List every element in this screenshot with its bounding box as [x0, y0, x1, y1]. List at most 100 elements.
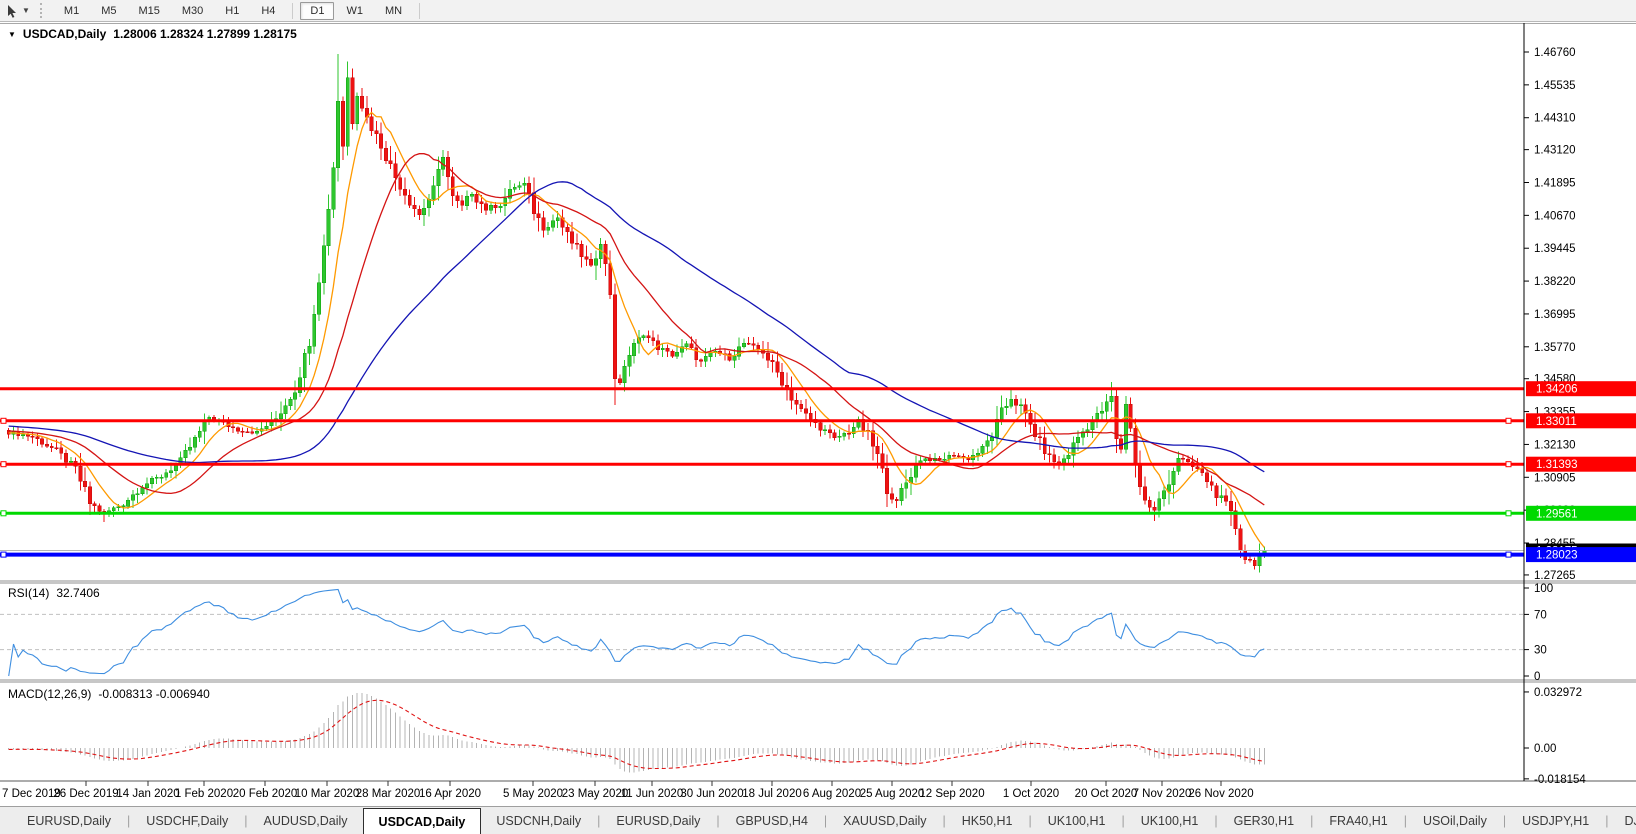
axis-tick-label: 0 — [1534, 671, 1540, 683]
date-tick-label: 25 Aug 2020 — [860, 788, 925, 800]
collapse-caret-icon[interactable]: ▼ — [8, 30, 16, 39]
chart-tab-dj30-daily[interactable]: DJ30,Daily — [1610, 807, 1636, 834]
svg-text:1.34206: 1.34206 — [1536, 384, 1578, 396]
date-tick-label: 7 Dec 2019 — [2, 788, 61, 800]
chart-tab-usdjpy-h1[interactable]: USDJPY,H1 — [1507, 807, 1604, 834]
rsi-name: RSI(14) — [8, 586, 49, 600]
chart-tab-eurusd-daily[interactable]: EURUSD,Daily — [601, 807, 715, 834]
date-tick-label: 7 Nov 2020 — [1133, 788, 1192, 800]
axis-tick-label: 1.36995 — [1534, 309, 1576, 321]
axis-tick-label: 1.43120 — [1534, 145, 1576, 157]
macd-values: -0.008313 -0.006940 — [98, 687, 209, 701]
date-tick-label: 20 Feb 2020 — [233, 788, 298, 800]
date-tick-label: 20 Oct 2020 — [1075, 788, 1138, 800]
chart-tab-uk100-h1[interactable]: UK100,H1 — [1126, 807, 1214, 834]
date-tick-label: 18 Jul 2020 — [742, 788, 801, 800]
hline-price-label: 1.28023 — [1526, 547, 1636, 562]
chart-tab-fra40-h1[interactable]: FRA40,H1 — [1314, 807, 1402, 834]
date-tick-label: 11 Jun 2020 — [621, 788, 683, 800]
chart-tab-xauusd-daily[interactable]: XAUUSD,Daily — [828, 807, 941, 834]
hline-handle[interactable] — [1506, 418, 1511, 423]
axis-tick-label: 70 — [1534, 609, 1547, 621]
chart-tab-audusd-daily[interactable]: AUDUSD,Daily — [249, 807, 363, 834]
chart-tab-usdcnh-daily[interactable]: USDCNH,Daily — [481, 807, 596, 834]
timeframe-button-h1[interactable]: H1 — [215, 2, 249, 20]
svg-text:1.28023: 1.28023 — [1536, 550, 1578, 562]
chart-tab-ger30-h1[interactable]: GER30,H1 — [1219, 807, 1309, 834]
svg-text:1.31393: 1.31393 — [1536, 459, 1578, 471]
axis-tick-label: 1.46760 — [1534, 47, 1576, 59]
date-tick-label: 6 Aug 2020 — [803, 788, 861, 800]
toolbar: ▼ M1M5M15M30H1H4 D1W1MN — [0, 0, 1636, 22]
hline-handle[interactable] — [1, 462, 6, 467]
hline-handle[interactable] — [1506, 552, 1511, 557]
timeframe-button-m15[interactable]: M15 — [128, 2, 169, 20]
chart-tab-gbpusd-h4[interactable]: GBPUSD,H4 — [721, 807, 823, 834]
hline-handle[interactable] — [1506, 511, 1511, 516]
date-tick-label: 16 Apr 2020 — [419, 788, 481, 800]
date-tick-label: 1 Oct 2020 — [1003, 788, 1059, 800]
chart-tab-usdcad-daily[interactable]: USDCAD,Daily — [363, 808, 482, 834]
axis-tick-label: 1.27265 — [1534, 570, 1576, 582]
macd-name: MACD(12,26,9) — [8, 687, 91, 701]
axis-tick-label: 1.30905 — [1534, 472, 1576, 484]
timeframe-button-m5[interactable]: M5 — [91, 2, 126, 20]
axis-tick-label: 1.35770 — [1534, 342, 1576, 354]
date-tick-label: 26 Nov 2020 — [1188, 788, 1253, 800]
chart-tab-eurusd-daily[interactable]: EURUSD,Daily — [12, 807, 126, 834]
date-tick-label: 28 Mar 2020 — [356, 788, 421, 800]
timeframe-button-w1[interactable]: W1 — [336, 2, 373, 20]
chart-tab-hk50-h1[interactable]: HK50,H1 — [947, 807, 1028, 834]
axis-tick-label: 1.45535 — [1534, 80, 1576, 92]
svg-text:1.29561: 1.29561 — [1536, 508, 1578, 520]
cursor-tool-button[interactable]: ▼ — [0, 1, 34, 21]
date-tick-label: 10 Mar 2020 — [295, 788, 360, 800]
date-tick-label: 14 Jan 2020 — [116, 788, 179, 800]
chart-canvas[interactable]: 1.46760 1.45535 1.44310 1.43120 1.41895 1.406… — [0, 23, 1636, 806]
timeframe-button-m30[interactable]: M30 — [172, 2, 213, 20]
rsi-value: 32.7406 — [56, 586, 99, 600]
timeframe-buttons: M1M5M15M30H1H4 D1W1MN — [53, 0, 426, 22]
chart-tab-uk100-h1[interactable]: UK100,H1 — [1033, 807, 1121, 834]
date-tick-label: 12 Sep 2020 — [919, 788, 984, 800]
hline-1-28023[interactable] — [0, 552, 1524, 557]
svg-text:1.33011: 1.33011 — [1536, 416, 1577, 428]
axis-tick-label: 1.44310 — [1534, 113, 1576, 125]
axis-tick-label: 1.40670 — [1534, 210, 1576, 222]
toolbar-separator — [292, 3, 293, 19]
symbol-tabbar: EURUSD,Daily|USDCHF,Daily|AUDUSD,DailyUS… — [0, 806, 1636, 834]
timeframe-button-h4[interactable]: H4 — [251, 2, 285, 20]
axis-tick-label: -0.018154 — [1534, 774, 1586, 786]
cursor-arrow-icon — [6, 4, 19, 18]
axis-tick-label: 100 — [1534, 583, 1553, 595]
hline-price-label: 1.33011 — [1526, 413, 1636, 428]
timeframe-button-m1[interactable]: M1 — [54, 2, 89, 20]
hline-handle[interactable] — [1, 511, 6, 516]
axis-tick-label: 1.39445 — [1534, 243, 1576, 255]
mt4-window: ▼ M1M5M15M30H1H4D1W1MN 1.467601.455351.4… — [0, 0, 1636, 834]
hline-handle[interactable] — [1, 552, 6, 557]
chart-tab-usoil-daily[interactable]: USOil,Daily — [1408, 807, 1502, 834]
axis-tick-label: 1.41895 — [1534, 177, 1576, 189]
hline-handle[interactable] — [1506, 462, 1511, 467]
date-tick-label: 23 May 2020 — [562, 788, 629, 800]
axis-tick-label: 0.00 — [1534, 743, 1556, 755]
hline-price-label: 1.31393 — [1526, 457, 1636, 472]
date-tick-label: 26 Dec 2019 — [53, 788, 118, 800]
chart-ohlc-values: 1.28006 1.28324 1.27899 1.28175 — [113, 27, 297, 41]
timeframe-button-mn[interactable]: MN — [375, 2, 412, 20]
dropdown-caret-icon: ▼ — [22, 6, 30, 15]
macd-indicator-label: MACD(12,26,9) -0.008313 -0.006940 — [8, 687, 210, 701]
timeframe-button-d1[interactable]: D1 — [300, 2, 334, 20]
date-tick-label: 30 Jun 2020 — [680, 788, 743, 800]
hline-handle[interactable] — [1, 418, 6, 423]
hline-price-label: 1.29561 — [1526, 506, 1636, 521]
hline-price-label: 1.34206 — [1526, 381, 1636, 396]
chart-tab-usdchf-daily[interactable]: USDCHF,Daily — [131, 807, 243, 834]
axis-tick-label: 1.32130 — [1534, 439, 1576, 451]
axis-tick-label: 30 — [1534, 645, 1547, 657]
date-tick-label: 1 Feb 2020 — [175, 788, 233, 800]
date-tick-label: 5 May 2020 — [503, 788, 563, 800]
toolbar-grip[interactable] — [40, 3, 45, 18]
rsi-indicator-label: RSI(14) 32.7406 — [8, 586, 100, 600]
